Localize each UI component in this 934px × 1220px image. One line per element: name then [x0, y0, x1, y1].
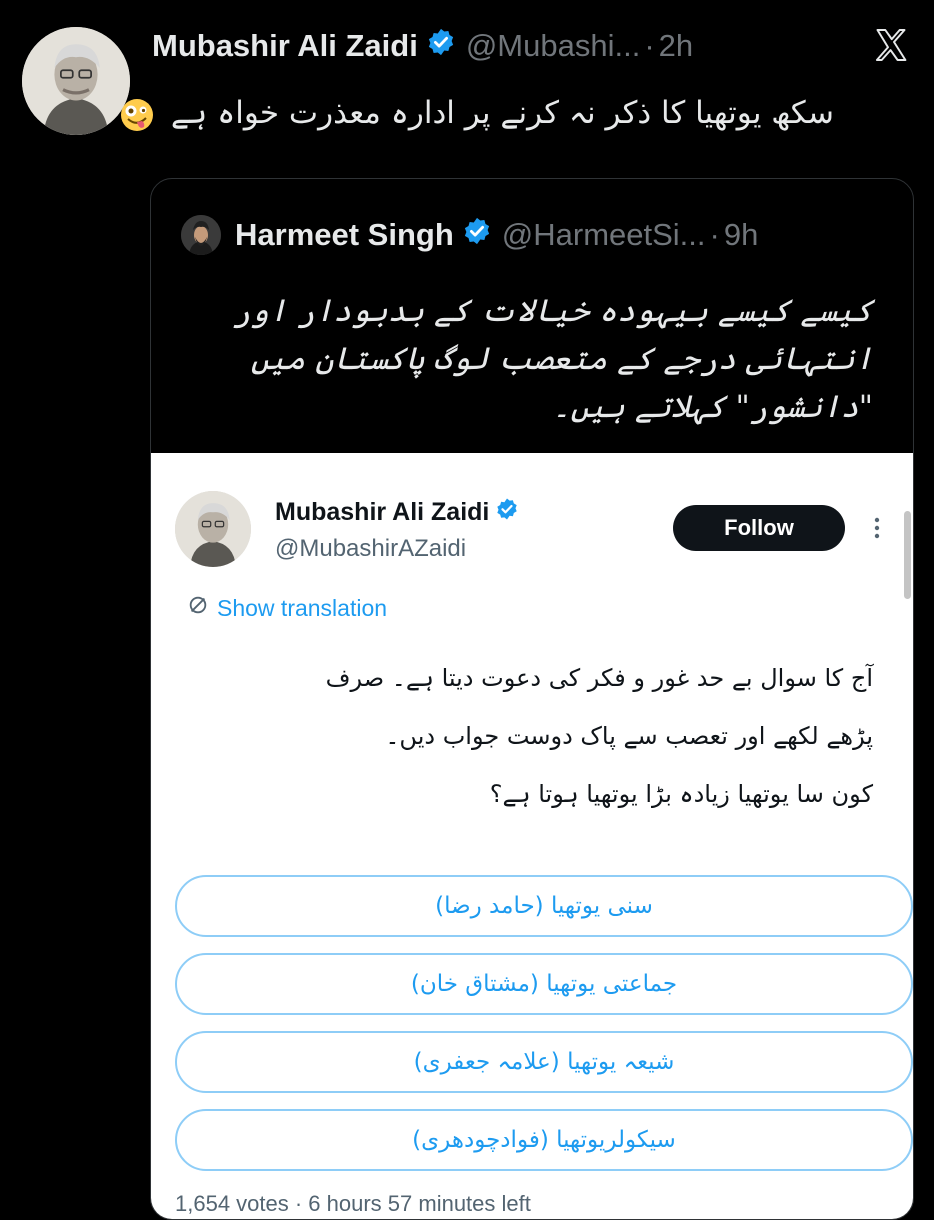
embedded-tweet-screenshot[interactable]: Mubashir Ali Zaidi @MubashirAZaidi Follo…: [151, 453, 913, 1219]
tweet-text-content: سکھ یوتھیا کا ذکر نہ کرنے پر ادارہ معذرت…: [170, 95, 834, 131]
separator-dot: ·: [644, 28, 655, 63]
embedded-author-name: Mubashir Ali Zaidi: [275, 497, 519, 528]
poll-meta: 1,654 votes · 6 hours 57 minutes left: [175, 1191, 531, 1216]
zany-face-emoji: [119, 97, 155, 133]
author-name[interactable]: Mubashir Ali Zaidi: [152, 28, 418, 64]
author-avatar[interactable]: [22, 27, 130, 135]
translate-icon: [187, 594, 217, 622]
tweet-header: Mubashir Ali Zaidi @Mubashi... · 2h: [152, 26, 693, 66]
verified-badge-icon: [462, 216, 492, 254]
quoted-tweet-card[interactable]: Harmeet Singh @HarmeetSi... · 9h کیسے کی…: [150, 178, 914, 1220]
verified-badge-icon: [426, 27, 456, 65]
embedded-author-avatar: [175, 491, 251, 567]
show-translation-label: Show translation: [217, 594, 388, 621]
embedded-author-handle: @MubashirAZaidi: [275, 535, 467, 562]
tweet-timestamp[interactable]: 2h: [659, 28, 693, 64]
embedded-author-name-text: Mubashir Ali Zaidi: [275, 498, 490, 526]
verified-badge-icon: [495, 497, 519, 528]
quoted-tweet-text: کیسے کیسے بیہودہ خیالات کے بدبودار اور ا…: [232, 293, 873, 425]
scrollbar-thumb: [904, 511, 911, 599]
show-translation-link: Show translation: [187, 593, 387, 623]
poll-option-4: سیکولریوتھیا (فوادچودھری): [175, 1109, 913, 1171]
quoted-tweet-header: Harmeet Singh @HarmeetSi... · 9h: [181, 213, 758, 257]
poll-option-1: سنی یوتھیا (حامد رضا): [175, 875, 913, 937]
poll-question-line: پڑھے لکھے اور تعصب سے پاک دوست جواب دیں۔: [385, 722, 873, 750]
poll-question-line: کون سا یوتھیا زیادہ بڑا یوتھیا ہوتا ہے؟: [489, 780, 873, 808]
poll-option-2: جماعتی یوتھیا (مشتاق خان): [175, 953, 913, 1015]
poll-option-3: شیعہ یوتھیا (علامہ جعفری): [175, 1031, 913, 1093]
quoted-author-avatar[interactable]: [181, 215, 221, 255]
quoted-tweet-timestamp[interactable]: 9h: [724, 217, 758, 253]
more-vertical-icon: [867, 513, 887, 543]
poll-question-line: آج کا سوال بے حد غور و فکر کی دعوت دیتا …: [325, 664, 873, 692]
tweet-text: سکھ یوتھیا کا ذکر نہ کرنے پر ادارہ معذرت…: [119, 95, 834, 133]
poll-question: آج کا سوال بے حد غور و فکر کی دعوت دیتا …: [193, 649, 873, 823]
quoted-author-handle[interactable]: @HarmeetSi...: [502, 217, 706, 253]
separator-dot: ·: [709, 217, 720, 252]
x-logo-icon[interactable]: [872, 27, 910, 63]
author-handle[interactable]: @Mubashi...: [466, 28, 640, 64]
avatar-portrait: [22, 27, 130, 135]
follow-button: Follow: [673, 505, 845, 551]
quoted-author-name[interactable]: Harmeet Singh: [235, 217, 454, 253]
